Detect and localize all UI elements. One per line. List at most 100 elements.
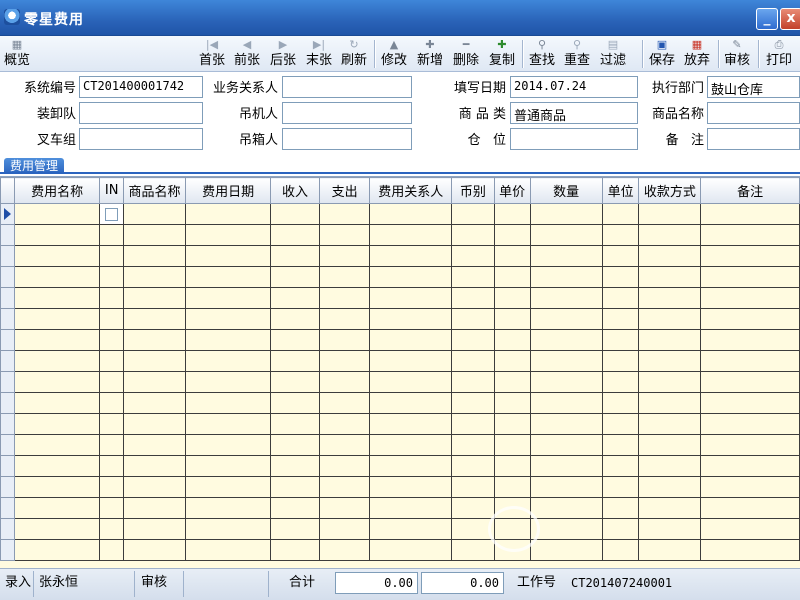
- table-cell[interactable]: [369, 329, 453, 351]
- audit-button[interactable]: ✎ 审核: [721, 37, 753, 71]
- col-header-expense[interactable]: 支出: [318, 177, 371, 204]
- table-cell[interactable]: [99, 413, 125, 435]
- table-cell[interactable]: [99, 497, 125, 519]
- table-cell[interactable]: [318, 392, 371, 414]
- table-cell[interactable]: [318, 497, 371, 519]
- table-cell[interactable]: [318, 518, 371, 540]
- table-cell[interactable]: [13, 455, 101, 477]
- table-cell[interactable]: [700, 518, 800, 540]
- table-cell[interactable]: [13, 413, 101, 435]
- table-row[interactable]: [0, 434, 800, 456]
- col-header-unit-price[interactable]: 单价: [493, 177, 531, 204]
- find-button[interactable]: ⚲ 查找: [526, 37, 558, 71]
- table-cell[interactable]: [369, 392, 453, 414]
- table-cell[interactable]: [493, 434, 531, 456]
- table-cell[interactable]: [638, 518, 702, 540]
- table-cell[interactable]: [493, 224, 531, 246]
- table-cell[interactable]: [638, 392, 702, 414]
- table-cell[interactable]: [700, 539, 800, 561]
- table-cell[interactable]: [529, 308, 603, 330]
- table-cell[interactable]: [369, 497, 453, 519]
- table-cell[interactable]: [638, 308, 702, 330]
- box-lifter-field[interactable]: [282, 128, 412, 150]
- table-cell[interactable]: [99, 203, 125, 225]
- table-cell[interactable]: [184, 287, 272, 309]
- table-cell[interactable]: [270, 434, 320, 456]
- table-cell[interactable]: [184, 203, 272, 225]
- table-cell[interactable]: [369, 224, 453, 246]
- table-cell[interactable]: [700, 224, 800, 246]
- table-cell[interactable]: [369, 434, 453, 456]
- col-header-in[interactable]: IN: [99, 177, 125, 204]
- table-cell[interactable]: [13, 518, 101, 540]
- table-cell[interactable]: [270, 371, 320, 393]
- in-checkbox[interactable]: [105, 207, 119, 221]
- table-cell[interactable]: [529, 476, 603, 498]
- table-cell[interactable]: [451, 455, 495, 477]
- table-cell[interactable]: [369, 203, 453, 225]
- table-cell[interactable]: [529, 497, 603, 519]
- table-cell[interactable]: [123, 539, 186, 561]
- table-row[interactable]: [0, 518, 800, 540]
- table-cell[interactable]: [451, 413, 495, 435]
- table-row[interactable]: [0, 539, 800, 561]
- table-cell[interactable]: [601, 497, 640, 519]
- table-cell[interactable]: [369, 245, 453, 267]
- table-cell[interactable]: [700, 245, 800, 267]
- table-cell[interactable]: [493, 539, 531, 561]
- table-cell[interactable]: [99, 518, 125, 540]
- table-cell[interactable]: [700, 266, 800, 288]
- table-cell[interactable]: [601, 350, 640, 372]
- table-cell[interactable]: [270, 539, 320, 561]
- table-cell[interactable]: [638, 224, 702, 246]
- col-header-remark[interactable]: 备注: [700, 177, 800, 204]
- table-cell[interactable]: [99, 350, 125, 372]
- table-cell[interactable]: [13, 203, 101, 225]
- table-cell[interactable]: [123, 476, 186, 498]
- table-cell[interactable]: [700, 287, 800, 309]
- table-cell[interactable]: [700, 413, 800, 435]
- table-cell[interactable]: [529, 287, 603, 309]
- table-cell[interactable]: [451, 497, 495, 519]
- table-cell[interactable]: [318, 539, 371, 561]
- table-cell[interactable]: [529, 266, 603, 288]
- table-cell[interactable]: [700, 497, 800, 519]
- table-cell[interactable]: [123, 350, 186, 372]
- add-button[interactable]: ✚ 新增: [414, 37, 446, 71]
- table-row[interactable]: [0, 245, 800, 267]
- table-cell[interactable]: [318, 371, 371, 393]
- table-cell[interactable]: [13, 392, 101, 414]
- table-cell[interactable]: [451, 350, 495, 372]
- table-cell[interactable]: [123, 392, 186, 414]
- table-cell[interactable]: [318, 224, 371, 246]
- table-cell[interactable]: [493, 350, 531, 372]
- table-cell[interactable]: [270, 287, 320, 309]
- table-cell[interactable]: [123, 224, 186, 246]
- table-cell[interactable]: [601, 539, 640, 561]
- table-cell[interactable]: [318, 476, 371, 498]
- table-cell[interactable]: [451, 518, 495, 540]
- table-cell[interactable]: [270, 245, 320, 267]
- table-cell[interactable]: [451, 476, 495, 498]
- table-cell[interactable]: [529, 203, 603, 225]
- table-row[interactable]: [0, 308, 800, 330]
- table-cell[interactable]: [493, 413, 531, 435]
- table-row[interactable]: [0, 287, 800, 309]
- table-cell[interactable]: [638, 413, 702, 435]
- table-cell[interactable]: [451, 434, 495, 456]
- table-cell[interactable]: [13, 476, 101, 498]
- table-row[interactable]: [0, 455, 800, 477]
- table-cell[interactable]: [638, 266, 702, 288]
- col-header-expense-date[interactable]: 费用日期: [184, 177, 272, 204]
- close-button[interactable]: x: [780, 8, 800, 30]
- table-cell[interactable]: [700, 329, 800, 351]
- table-cell[interactable]: [318, 455, 371, 477]
- table-cell[interactable]: [184, 392, 272, 414]
- table-cell[interactable]: [184, 476, 272, 498]
- table-cell[interactable]: [13, 350, 101, 372]
- table-cell[interactable]: [184, 497, 272, 519]
- table-cell[interactable]: [369, 308, 453, 330]
- table-cell[interactable]: [369, 413, 453, 435]
- table-cell[interactable]: [451, 329, 495, 351]
- col-header-expense-name[interactable]: 费用名称: [13, 177, 101, 204]
